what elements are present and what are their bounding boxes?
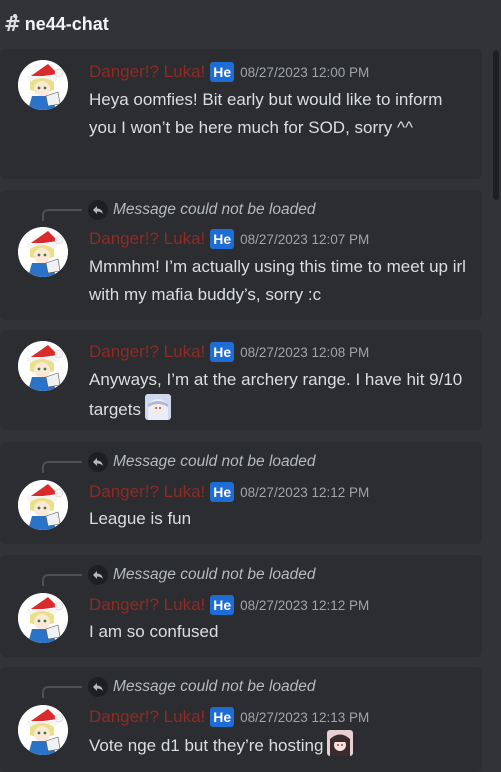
- message-text: I am so confused: [89, 622, 219, 641]
- message-header: Danger!? Luka! He 08/27/2023 12:12 PM: [89, 595, 369, 615]
- role-badge[interactable]: He: [210, 62, 235, 82]
- channel-name: ne44-chat: [24, 13, 109, 34]
- avatar[interactable]: [18, 705, 68, 755]
- avatar[interactable]: [18, 480, 68, 530]
- author-name[interactable]: Danger!? Luka!: [89, 595, 205, 615]
- message-header: Danger!? Luka! He 08/27/2023 12:07 PM: [89, 229, 369, 249]
- reply-preview[interactable]: Message could not be loaded: [113, 678, 316, 696]
- message-header: Danger!? Luka! He 08/27/2023 12:00 PM: [89, 62, 369, 82]
- custom-emoji-icon[interactable]: [144, 394, 171, 420]
- message-header: Danger!? Luka! He 08/27/2023 12:13 PM: [89, 707, 369, 727]
- reply-preview[interactable]: Message could not be loaded: [113, 453, 316, 471]
- reply-connector: [42, 574, 82, 586]
- message-text: League is fun: [89, 509, 192, 528]
- author-name[interactable]: Danger!? Luka!: [89, 229, 205, 249]
- timestamp[interactable]: 08/27/2023 12:13 PM: [240, 710, 369, 725]
- reply-preview[interactable]: Message could not be loaded: [113, 566, 316, 584]
- avatar[interactable]: [18, 341, 68, 391]
- scrollbar[interactable]: [493, 50, 499, 200]
- reply-connector: [42, 686, 82, 698]
- timestamp[interactable]: 08/27/2023 12:00 PM: [240, 65, 369, 80]
- reply-icon: [88, 200, 108, 220]
- message-body: Anyways, I’m at the archery range. I hav…: [89, 366, 469, 424]
- author-name[interactable]: Danger!? Luka!: [89, 707, 205, 727]
- message[interactable]: Message could not be loaded Danger!? Luk…: [0, 667, 482, 772]
- reply-connector: [42, 209, 82, 221]
- reply-icon: [88, 452, 108, 472]
- custom-emoji-icon[interactable]: [327, 730, 354, 756]
- avatar[interactable]: [18, 593, 68, 643]
- message-header: Danger!? Luka! He 08/27/2023 12:08 PM: [89, 342, 369, 362]
- message-text: Mmmhm! I’m actually using this time to m…: [89, 257, 466, 304]
- reply-preview[interactable]: Message could not be loaded: [113, 201, 316, 219]
- timestamp[interactable]: 08/27/2023 12:07 PM: [240, 232, 369, 247]
- author-name[interactable]: Danger!? Luka!: [89, 62, 205, 82]
- role-badge[interactable]: He: [210, 482, 235, 502]
- message-header: Danger!? Luka! He 08/27/2023 12:12 PM: [89, 482, 369, 502]
- message-text: Vote nge d1 but they’re hosting: [89, 736, 324, 755]
- author-name[interactable]: Danger!? Luka!: [89, 482, 205, 502]
- role-badge[interactable]: He: [210, 595, 235, 615]
- reply-connector: [42, 461, 82, 473]
- role-badge[interactable]: He: [210, 342, 235, 362]
- timestamp[interactable]: 08/27/2023 12:12 PM: [240, 485, 369, 500]
- message[interactable]: Message could not be loaded Danger!? Luk…: [0, 190, 482, 320]
- message-text: Heya oomfies! Bit early but would like t…: [89, 90, 443, 137]
- channel-hash-icon: #: [4, 12, 21, 36]
- message[interactable]: Message could not be loaded Danger!? Luk…: [0, 442, 482, 544]
- channel-header: # ne44-chat: [0, 0, 501, 48]
- message[interactable]: Message could not be loaded Danger!? Luk…: [0, 555, 482, 657]
- role-badge[interactable]: He: [210, 229, 235, 249]
- role-badge[interactable]: He: [210, 707, 235, 727]
- timestamp[interactable]: 08/27/2023 12:08 PM: [240, 345, 369, 360]
- reply-icon: [88, 565, 108, 585]
- avatar[interactable]: [18, 60, 68, 110]
- author-name[interactable]: Danger!? Luka!: [89, 342, 205, 362]
- message-body: Vote nge d1 but they’re hosting: [89, 730, 469, 760]
- message[interactable]: Danger!? Luka! He 08/27/2023 12:00 PM He…: [0, 49, 482, 179]
- timestamp[interactable]: 08/27/2023 12:12 PM: [240, 598, 369, 613]
- message[interactable]: Danger!? Luka! He 08/27/2023 12:08 PM An…: [0, 330, 482, 430]
- reply-icon: [88, 677, 108, 697]
- avatar[interactable]: [18, 227, 68, 277]
